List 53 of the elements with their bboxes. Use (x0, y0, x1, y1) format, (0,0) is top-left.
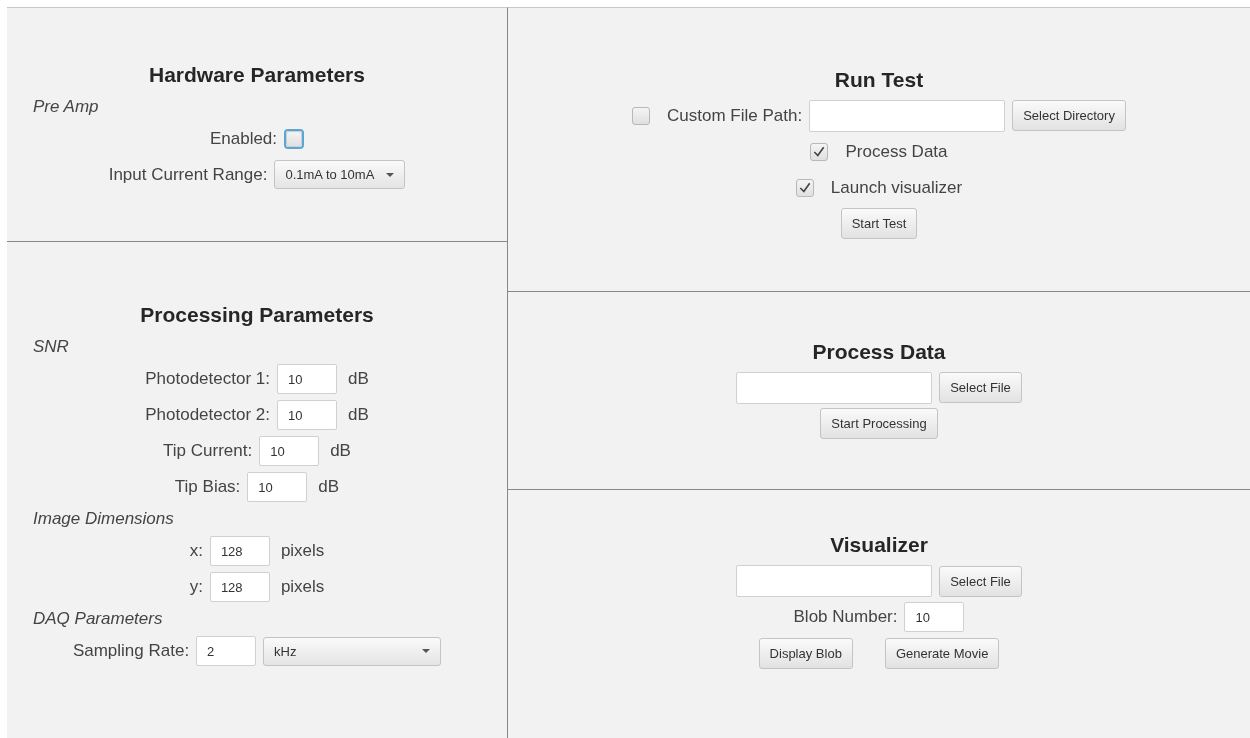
start-processing-button[interactable]: Start Processing (820, 408, 938, 439)
select-file-button[interactable]: Select File (939, 372, 1022, 403)
checkbox-label: Process Data (845, 141, 948, 162)
group-heading: Image Dimensions (33, 509, 175, 529)
unit-label: dB (318, 477, 340, 497)
dropdown[interactable]: 0.1mA to 10mA (274, 160, 406, 189)
checkbox-label: Launch visualizer (830, 177, 963, 198)
field-label: Photodetector 2: (145, 405, 270, 425)
number-field[interactable]: 10 (277, 400, 337, 430)
field-label: Input Current Range: (108, 164, 268, 185)
file-field[interactable] (736, 371, 933, 404)
field-label: Sampling Rate: (72, 641, 190, 661)
field-label: Photodetector 1: (145, 369, 270, 389)
section-title: Run Test (833, 67, 925, 92)
group-heading: SNR (33, 337, 70, 357)
select-file-button[interactable]: Select File (939, 565, 1022, 597)
checkbox[interactable] (632, 106, 651, 125)
unit-label: dB (348, 405, 369, 425)
caret-icon (386, 172, 395, 177)
section-title: Process Data (811, 339, 947, 364)
number-field[interactable]: 10 (259, 436, 320, 466)
field-label: Enabled: (209, 128, 278, 149)
number-field[interactable]: 10 (904, 602, 965, 632)
dropdown[interactable]: kHz (263, 636, 442, 666)
number-field[interactable]: 10 (247, 472, 308, 502)
unit-label: pixels (280, 577, 325, 597)
group-heading: DAQ Parameters (33, 609, 164, 629)
checkbox[interactable] (795, 178, 814, 197)
section-title: Processing Parameters (139, 303, 375, 327)
number-field[interactable]: 128 (209, 536, 270, 566)
field-label: Blob Number: (793, 607, 898, 627)
checkbox[interactable] (810, 142, 829, 161)
start-test-button[interactable]: Start Test (840, 208, 918, 239)
unit-label: dB (330, 441, 351, 461)
select-directory-button[interactable]: Select Directory (1012, 100, 1126, 131)
number-field[interactable]: 128 (209, 572, 270, 602)
path-field[interactable] (809, 99, 1006, 132)
action-button[interactable]: Generate Movie (884, 637, 1000, 669)
group-heading: Pre Amp (33, 96, 100, 117)
section-title: Visualizer (829, 533, 929, 557)
unit-label: pixels (280, 541, 325, 561)
number-field[interactable]: 10 (277, 364, 337, 394)
file-field[interactable] (736, 565, 933, 597)
field-label: Tip Current: (163, 441, 253, 461)
caret-icon (422, 649, 431, 653)
field-label: x: (189, 541, 203, 561)
unit-label: dB (348, 369, 369, 389)
section-title: Hardware Parameters (148, 62, 366, 87)
action-button[interactable]: Display Blob (758, 637, 853, 669)
field-label: Custom File Path: (667, 105, 803, 126)
number-field[interactable]: 2 (196, 636, 257, 666)
field-label: Tip Bias: (174, 477, 241, 497)
field-label: y: (189, 577, 203, 597)
